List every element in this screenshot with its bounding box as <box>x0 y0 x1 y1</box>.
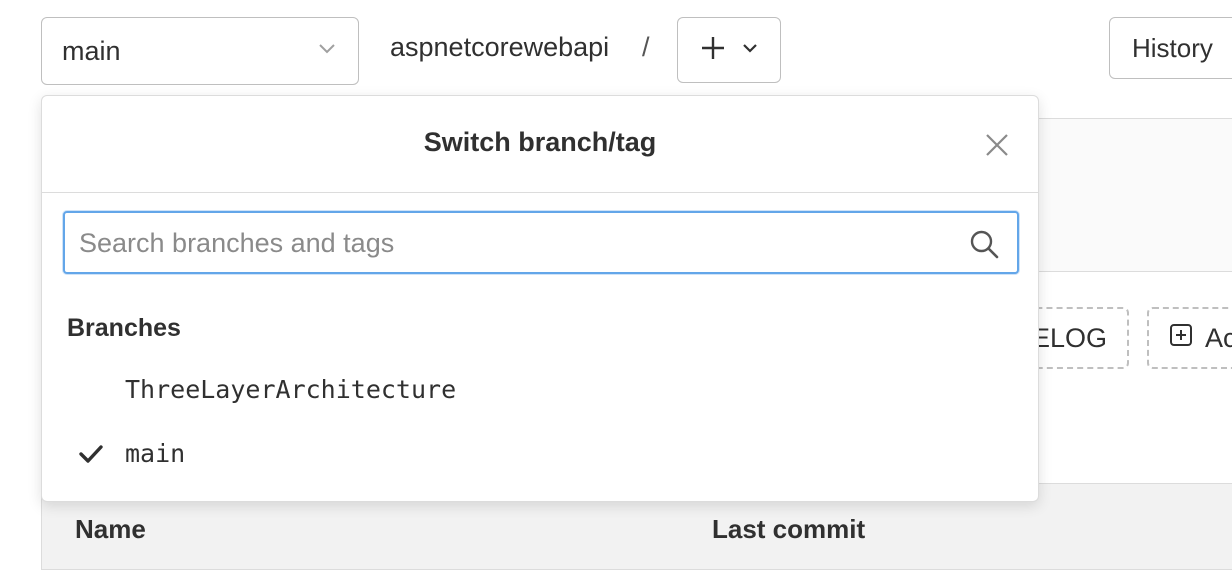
branch-search-input[interactable] <box>79 221 959 265</box>
branch-selector[interactable]: main <box>41 17 359 85</box>
branch-switcher-dropdown: Switch branch/tag Branches ThreeLayerArc… <box>41 95 1039 502</box>
branch-selector-value: main <box>62 35 121 66</box>
dropdown-header: Switch branch/tag <box>42 96 1038 193</box>
column-header-last-commit: Last commit <box>712 514 866 544</box>
history-button[interactable]: History <box>1109 17 1232 79</box>
plus-square-icon <box>1169 323 1193 354</box>
breadcrumb-separator: / <box>642 32 650 62</box>
changelog-label: ELOG <box>1031 322 1107 353</box>
chevron-down-icon <box>742 41 758 59</box>
search-icon[interactable] <box>969 229 999 264</box>
branch-item-main[interactable]: main <box>42 425 1038 481</box>
dropdown-title: Switch branch/tag <box>423 127 657 157</box>
branch-item-threelayerarchitecture[interactable]: ThreeLayerArchitecture <box>42 361 1038 417</box>
branches-section-header: Branches <box>67 314 181 342</box>
plus-icon <box>700 35 726 66</box>
check-icon <box>78 444 104 469</box>
branch-item-label: main <box>125 439 186 468</box>
add-file-label: Ac <box>1205 322 1232 353</box>
chevron-down-icon <box>318 42 336 60</box>
add-to-tree-button[interactable] <box>677 17 781 83</box>
project-breadcrumb[interactable]: aspnetcorewebapi <box>390 32 609 63</box>
close-icon[interactable] <box>984 132 1010 158</box>
project-info-panel <box>1038 118 1232 272</box>
column-header-name: Name <box>75 514 146 544</box>
branch-item-label: ThreeLayerArchitecture <box>125 375 457 404</box>
add-file-button[interactable]: Ac <box>1147 307 1232 369</box>
branch-search-field[interactable] <box>63 211 1019 274</box>
